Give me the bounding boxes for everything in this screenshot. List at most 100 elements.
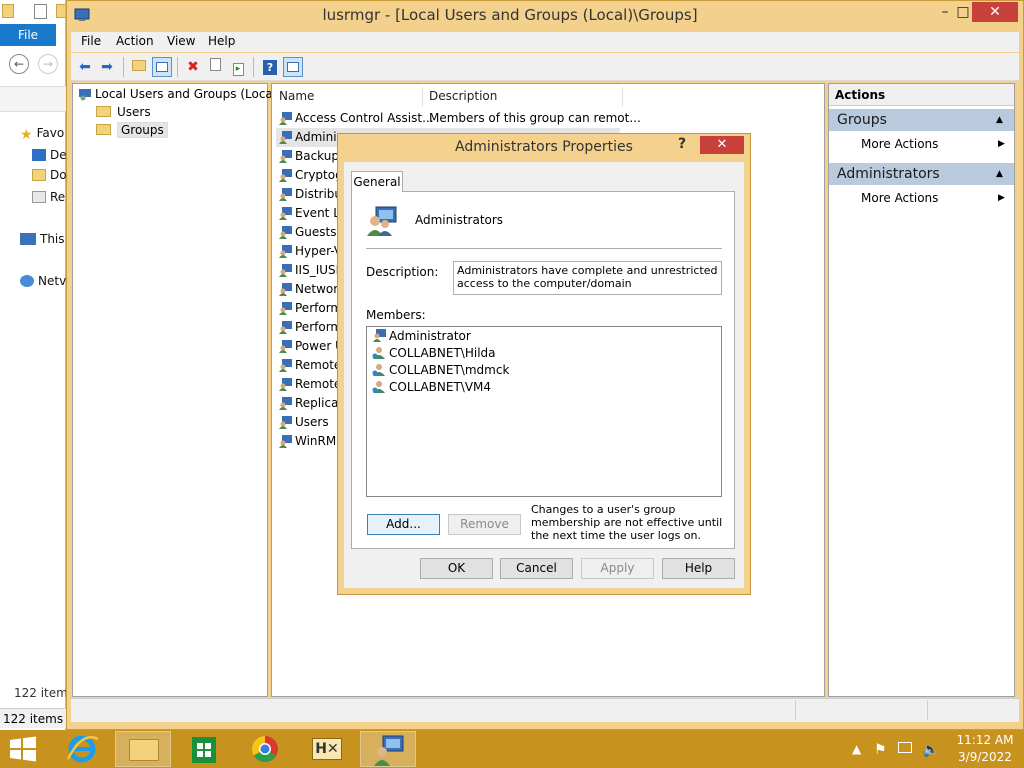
group-icon	[279, 416, 292, 429]
action-center-flag-icon[interactable]: ⚑	[874, 742, 887, 758]
column-header-description[interactable]: Description	[429, 89, 497, 103]
nav-desktop[interactable]: De	[32, 146, 67, 164]
show-hide-tree-icon[interactable]	[152, 57, 172, 77]
table-row[interactable]: WinRMR	[278, 432, 345, 451]
start-windows-icon[interactable]	[8, 736, 38, 762]
volume-muted-icon[interactable]: 🔈	[922, 742, 939, 758]
properties-icon[interactable]	[34, 4, 47, 19]
internet-explorer-icon[interactable]	[54, 731, 110, 767]
dialog-close-button[interactable]: ✕	[700, 136, 744, 154]
member-item[interactable]: COLLABNET\VM4	[372, 379, 491, 396]
table-row[interactable]: Remote	[278, 375, 341, 394]
clock-time[interactable]: 11:12 AM	[950, 733, 1020, 747]
dialog-title: Administrators Properties	[455, 139, 633, 155]
nav-downloads[interactable]: Do	[32, 166, 67, 184]
back-arrow-icon[interactable]: ⬅	[75, 57, 95, 77]
table-row[interactable]: Perform	[278, 318, 342, 337]
column-divider[interactable]	[422, 87, 423, 107]
collapse-triangle-icon[interactable]: ▲	[996, 169, 1003, 179]
nav-network[interactable]: Netv	[20, 272, 66, 290]
row-name: Access Control Assist...	[295, 111, 434, 125]
apply-button[interactable]: Apply	[581, 558, 654, 579]
back-arrow-icon[interactable]: ←	[9, 54, 29, 74]
forward-arrow-icon[interactable]: ➡	[97, 57, 117, 77]
member-name: COLLABNET\VM4	[389, 380, 492, 394]
lusrmgr-taskbar-icon[interactable]	[360, 731, 416, 767]
maximize-button[interactable]: □	[952, 2, 974, 22]
help-button[interactable]: Help	[662, 558, 735, 579]
group-icon	[279, 245, 292, 258]
table-row[interactable]: Power U	[278, 337, 344, 356]
export-list-icon[interactable]: ▸	[228, 57, 248, 77]
group-icon	[279, 340, 292, 353]
table-row[interactable]: Remote	[278, 356, 341, 375]
status-divider	[927, 700, 928, 720]
table-row[interactable]: Users	[278, 413, 329, 432]
tree-item-groups[interactable]: Groups	[96, 121, 168, 139]
member-item[interactable]: COLLABNET\mdmck	[372, 362, 509, 379]
table-row[interactable]: Access Control Assist...	[278, 109, 434, 128]
action-more-actions[interactable]: More Actions	[861, 137, 938, 151]
tree-item-users[interactable]: Users	[96, 103, 151, 121]
clock-date[interactable]: 3/9/2022	[950, 750, 1020, 764]
membership-note: Changes to a user's group membership are…	[531, 503, 723, 542]
member-item[interactable]: Administrator	[372, 328, 471, 345]
forward-arrow-icon[interactable]: →	[38, 54, 58, 74]
new-folder-icon[interactable]	[56, 4, 65, 18]
folder-icon	[96, 124, 111, 135]
toolbar-separator	[253, 57, 254, 77]
actions-section-administrators[interactable]: Administrators	[829, 163, 1014, 185]
table-row[interactable]: Hyper-V	[278, 242, 342, 261]
remove-button[interactable]: Remove	[448, 514, 521, 535]
table-row[interactable]: Replicat	[278, 394, 343, 413]
table-row[interactable]: Backup	[278, 147, 339, 166]
table-row[interactable]: Adminis	[278, 128, 343, 147]
explorer-address-bar[interactable]	[0, 86, 66, 112]
row-name: Backup	[295, 149, 339, 163]
member-item[interactable]: COLLABNET\Hilda	[372, 345, 496, 362]
up-folder-icon[interactable]	[129, 57, 149, 77]
chrome-icon[interactable]	[237, 731, 293, 767]
description-field[interactable]: Administrators have complete and unrestr…	[453, 261, 722, 295]
menu-action[interactable]: Action	[116, 34, 154, 48]
nav-this-pc[interactable]: This	[20, 230, 65, 248]
nav-favorites[interactable]: ★ Favo	[20, 124, 64, 143]
cancel-button[interactable]: Cancel	[500, 558, 573, 579]
menu-view[interactable]: View	[167, 34, 195, 48]
column-divider[interactable]	[622, 87, 623, 107]
computer-users-icon	[79, 89, 91, 101]
table-row[interactable]: Distribu	[278, 185, 342, 204]
menu-help[interactable]: Help	[208, 34, 235, 48]
store-icon[interactable]	[176, 731, 232, 767]
show-hide-action-pane-icon[interactable]	[283, 57, 303, 77]
close-button[interactable]: ✕	[972, 2, 1018, 22]
member-name: COLLABNET\Hilda	[389, 346, 496, 360]
table-row[interactable]: IIS_IUSR	[278, 261, 344, 280]
group-icon	[279, 169, 292, 182]
action-more-actions[interactable]: More Actions	[861, 191, 938, 205]
add-button[interactable]: Add...	[367, 514, 440, 535]
column-header-name[interactable]: Name	[279, 89, 314, 103]
table-row[interactable]: Perform	[278, 299, 342, 318]
tab-general[interactable]: General	[351, 171, 403, 192]
network-tray-icon[interactable]	[898, 742, 912, 756]
collapse-triangle-icon[interactable]: ▲	[996, 115, 1003, 125]
delete-icon[interactable]: ✖	[183, 57, 203, 77]
table-row[interactable]: Network	[278, 280, 345, 299]
table-row[interactable]: Guests	[278, 223, 337, 242]
ok-button[interactable]: OK	[420, 558, 493, 579]
explorer-status-bar: 122 items (D	[0, 708, 66, 728]
show-hidden-icons-chevron-icon[interactable]: ▲	[852, 742, 861, 756]
properties-icon[interactable]	[205, 57, 225, 77]
file-explorer-icon[interactable]	[115, 731, 171, 767]
actions-section-groups[interactable]: Groups	[829, 109, 1014, 131]
table-row[interactable]: Cryptog	[278, 166, 343, 185]
tree-root-local-users-groups[interactable]: Local Users and Groups (Local)	[78, 85, 281, 103]
nav-recent[interactable]: Re	[32, 188, 65, 206]
help-icon[interactable]: ?	[260, 57, 280, 77]
explorer-file-tab[interactable]: File	[0, 24, 56, 46]
menu-file[interactable]: File	[81, 34, 101, 48]
hxd-icon[interactable]: H✕	[299, 731, 355, 767]
context-help-button[interactable]: ?	[678, 136, 686, 152]
folder-icon[interactable]	[2, 4, 14, 18]
